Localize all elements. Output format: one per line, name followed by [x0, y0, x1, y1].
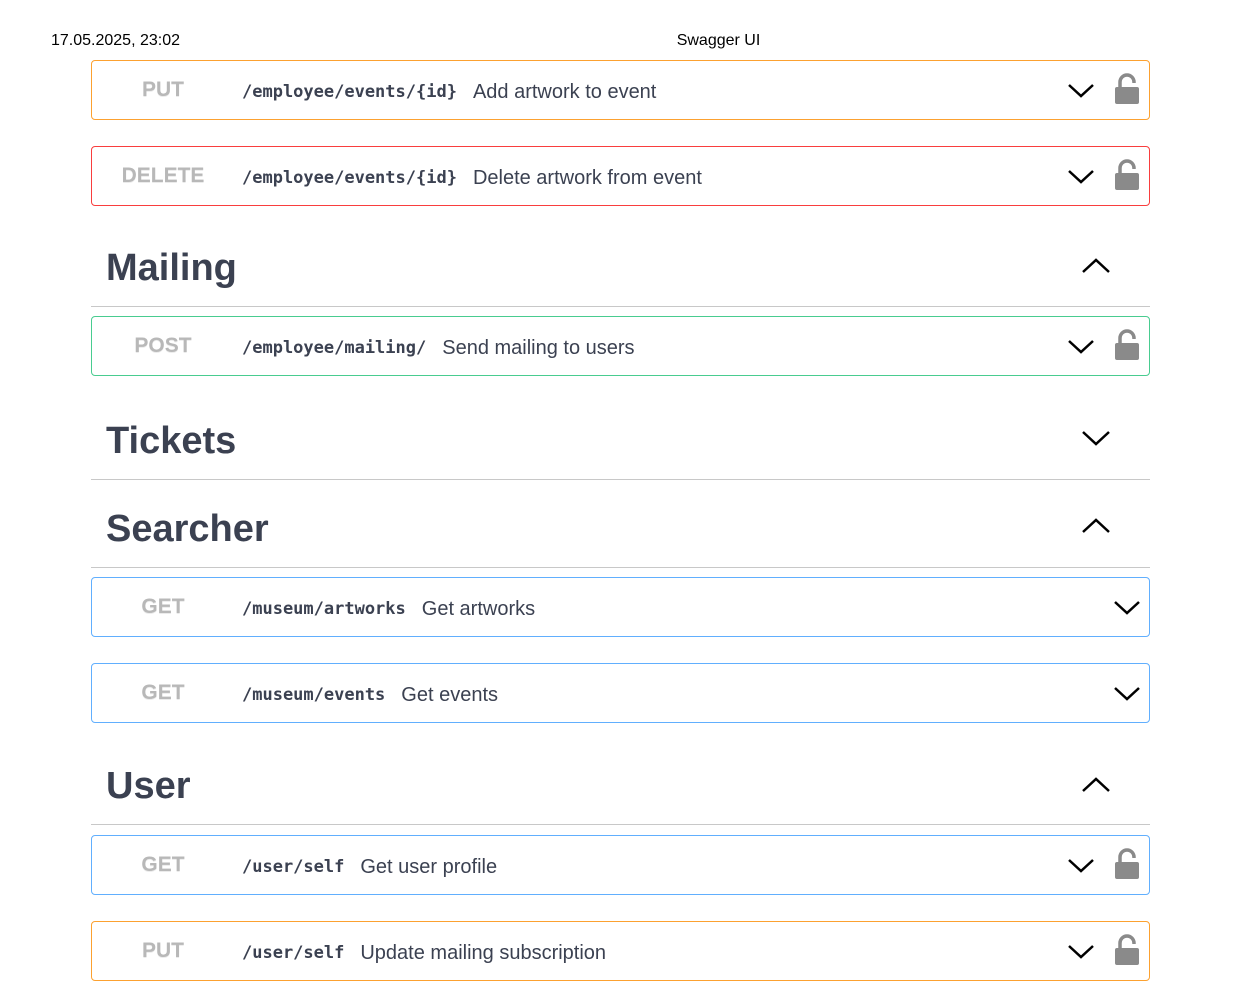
lock-icon[interactable]	[1114, 329, 1140, 361]
lock-icon[interactable]	[1114, 159, 1140, 191]
method-badge: GET	[141, 681, 185, 704]
tag-title: Searcher	[106, 508, 269, 550]
method-badge: POST	[134, 334, 192, 357]
tag-section-mailing[interactable]: Mailing	[91, 247, 1150, 307]
operation-summary: Update mailing subscription	[360, 942, 607, 964]
operation-post-employee-mailing[interactable]: POST /employee/mailing/Send mailing to u…	[91, 316, 1150, 376]
operation-summary: Get events	[401, 684, 499, 706]
tag-section-user[interactable]: User	[91, 765, 1150, 825]
method-badge: GET	[141, 853, 185, 876]
tag-section-tickets[interactable]: Tickets	[91, 420, 1150, 480]
chevron-up-icon[interactable]	[1081, 515, 1111, 537]
operation-get-museum-artworks[interactable]: GET /museum/artworks Get artworks	[91, 577, 1150, 637]
method-badge: PUT	[142, 78, 184, 101]
tag-title: User	[106, 765, 191, 807]
lock-icon[interactable]	[1114, 73, 1140, 105]
operation-summary: Add artwork to event	[472, 81, 657, 103]
operation-path: /employee/events/{id} Delete artwork from…	[242, 167, 702, 189]
operation-path: /museum/artworks Get artworks	[242, 598, 536, 620]
chevron-down-icon[interactable]	[1067, 940, 1095, 962]
operation-summary: Get user profile	[360, 856, 498, 878]
tag-section-searcher[interactable]: Searcher	[91, 508, 1150, 568]
lock-icon[interactable]	[1114, 934, 1140, 966]
operation-get-user-self[interactable]: GET /user/self Get user profile	[91, 835, 1150, 895]
method-badge: DELETE	[121, 164, 205, 187]
operation-path: /employee/events/{id} Add artwork to even…	[242, 81, 657, 103]
operation-path: /user/self Update mailing subscription	[242, 942, 607, 964]
chevron-down-icon[interactable]	[1067, 335, 1095, 357]
method-badge: PUT	[142, 939, 184, 962]
chevron-down-icon[interactable]	[1067, 165, 1095, 187]
chevron-down-icon[interactable]	[1113, 682, 1141, 704]
chevron-up-icon[interactable]	[1081, 255, 1111, 277]
operation-summary: Delete artwork from event	[472, 167, 702, 189]
chevron-down-icon[interactable]	[1067, 79, 1095, 101]
tag-title: Mailing	[106, 247, 237, 289]
operation-put-user-self[interactable]: PUT /user/self Update mailing subscriptio…	[91, 921, 1150, 981]
tag-title: Tickets	[106, 420, 237, 462]
operation-put-employee-events[interactable]: PUT /employee/events/{id} Add artwork to …	[91, 60, 1150, 120]
chevron-up-icon[interactable]	[1081, 774, 1111, 796]
operation-summary: Send mailing to users	[442, 337, 635, 359]
lock-icon[interactable]	[1114, 848, 1140, 880]
operation-get-museum-events[interactable]: GET /museum/events Get events	[91, 663, 1150, 723]
method-badge: GET	[141, 595, 185, 618]
operation-path: /user/self Get user profile	[242, 856, 498, 878]
operation-summary: Get artworks	[421, 598, 536, 620]
chevron-down-icon[interactable]	[1113, 596, 1141, 618]
operation-path: /employee/mailing/Send mailing to users	[242, 337, 635, 359]
chevron-down-icon[interactable]	[1067, 854, 1095, 876]
operation-path: /museum/events Get events	[242, 684, 499, 706]
print-title: Swagger UI	[676, 32, 761, 49]
print-header: 17.05.2025, 23:02 Swagger UI	[0, 32, 1240, 52]
chevron-down-icon[interactable]	[1081, 427, 1111, 449]
operation-delete-employee-events[interactable]: DELETE /employee/events/{id} Delete artwo…	[91, 146, 1150, 206]
